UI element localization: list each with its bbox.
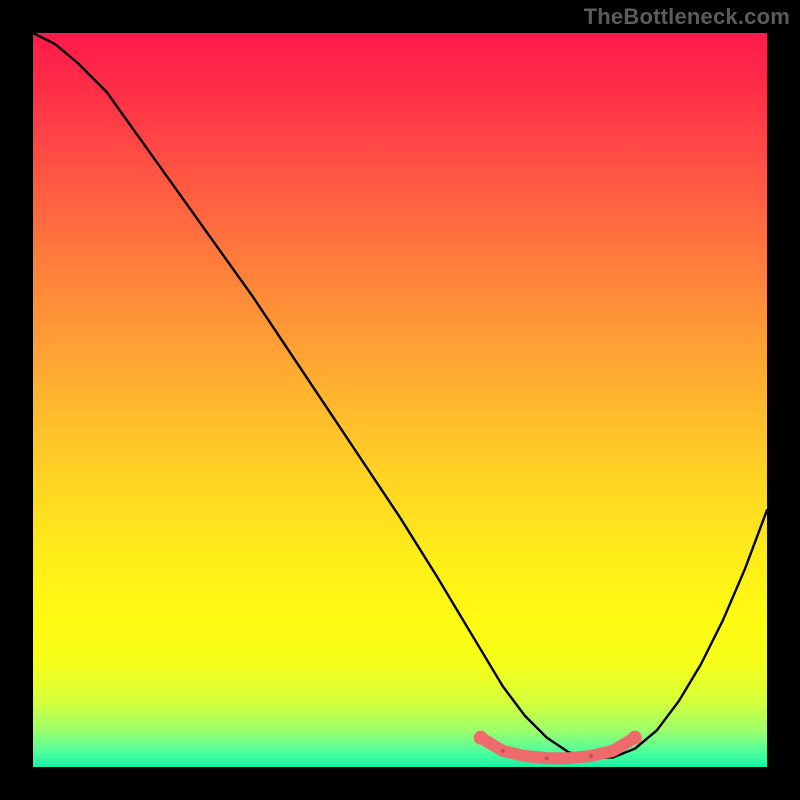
sweet-spot-bead bbox=[545, 756, 549, 760]
sweet-spot-bead bbox=[589, 754, 593, 758]
watermark-text: TheBottleneck.com bbox=[584, 4, 790, 30]
bottleneck-curve-path bbox=[33, 33, 767, 758]
sweet-spot-end-dot bbox=[474, 731, 488, 745]
plot-area bbox=[33, 33, 767, 767]
sweet-spot-bead bbox=[501, 749, 505, 753]
sweet-spot-band-path bbox=[481, 738, 635, 759]
chart-svg bbox=[33, 33, 767, 767]
sweet-spot-end-dot bbox=[628, 731, 642, 745]
bottleneck-curve-group bbox=[33, 33, 767, 758]
chart-frame: TheBottleneck.com bbox=[0, 0, 800, 800]
